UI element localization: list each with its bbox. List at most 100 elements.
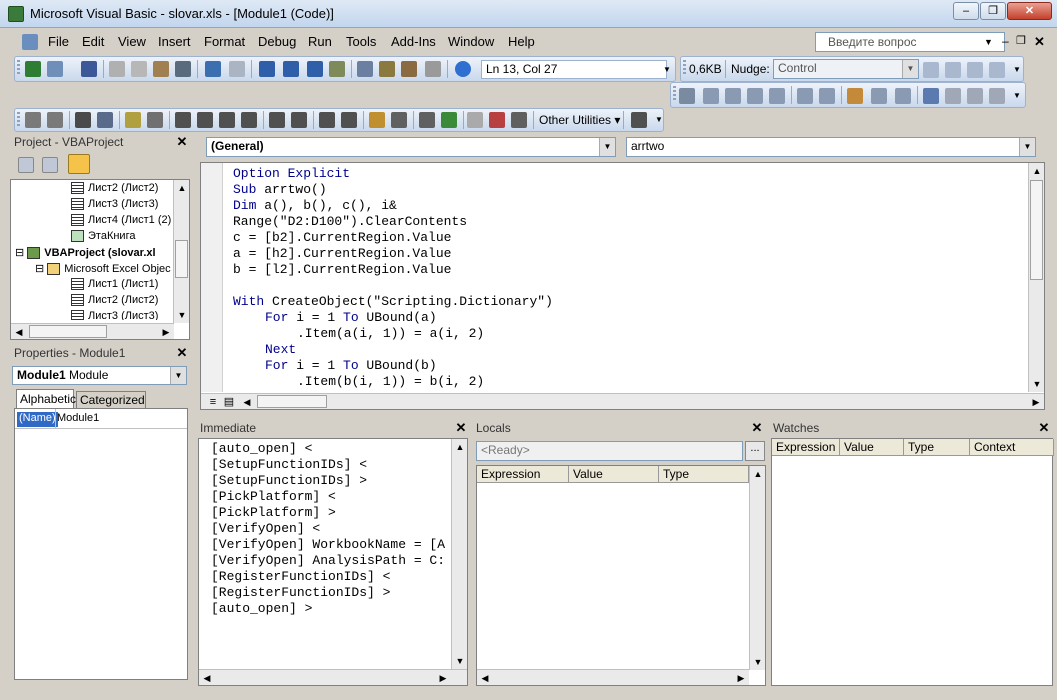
code-line[interactable]: c = [b2].CurrentRegion.Value — [233, 230, 1013, 246]
make-same-width-icon[interactable] — [797, 88, 813, 104]
code-explorer-icon[interactable] — [391, 112, 407, 128]
copy-module-icon[interactable] — [25, 112, 41, 128]
code-margin[interactable] — [201, 163, 223, 392]
immediate-window[interactable]: [auto_open] < [SetupFunctionIDs] < [SetupF… — [198, 438, 468, 686]
full-module-view-icon[interactable]: ▤ — [221, 394, 237, 410]
object-browser-icon[interactable] — [401, 61, 417, 77]
redo-icon[interactable] — [229, 61, 245, 77]
tree-item[interactable]: Лист2 (Лист2) — [71, 294, 158, 310]
restore-button[interactable]: ❐ — [980, 2, 1006, 20]
save-icon[interactable] — [81, 61, 97, 77]
locals-col-expression[interactable]: Expression — [477, 466, 569, 483]
uncomment-icon[interactable] — [967, 88, 983, 104]
immediate-line[interactable]: [auto_open] > — [211, 601, 451, 617]
procedure-combo[interactable]: arrtwo ▼ — [626, 137, 1036, 157]
toolbar-options-icon[interactable]: ▼ — [663, 65, 671, 74]
immediate-line[interactable]: [auto_open] < — [211, 441, 451, 457]
split-icon[interactable] — [511, 112, 527, 128]
menu-insert[interactable]: Insert — [158, 34, 191, 49]
code-line[interactable]: Option Explicit — [233, 166, 1013, 182]
immediate-vscrollbar[interactable]: ▲ ▼ — [451, 439, 467, 669]
insert-procedure-icon[interactable] — [147, 112, 163, 128]
break-icon[interactable] — [283, 61, 299, 77]
nudge-down-icon[interactable] — [989, 62, 1005, 78]
immediate-text[interactable]: [auto_open] < [SetupFunctionIDs] < [SetupF… — [211, 441, 451, 667]
immediate-line[interactable]: [PickPlatform] < — [211, 489, 451, 505]
properties-close-icon[interactable]: ✕ — [175, 346, 189, 360]
immediate-line[interactable]: [VerifyOpen] < — [211, 521, 451, 537]
immediate-line[interactable]: [RegisterFunctionIDs] > — [211, 585, 451, 601]
paste-module-icon[interactable] — [47, 112, 63, 128]
vba-menu-icon[interactable] — [22, 34, 38, 50]
code-line[interactable]: For i = 1 To UBound(a) — [233, 310, 1013, 326]
align-right-icon[interactable] — [747, 88, 763, 104]
watches-col-expression[interactable]: Expression — [772, 439, 840, 456]
ask-question-input[interactable]: Введите вопрос — [815, 32, 1005, 52]
code-hscrollbar[interactable]: ≡ ▤ ◀ ▶ — [201, 393, 1044, 409]
design-mode-icon[interactable] — [329, 61, 345, 77]
tree-item-folder[interactable]: ⊟ Microsoft Excel Objec — [35, 262, 171, 278]
code-line[interactable]: Next — [233, 342, 1013, 358]
code-line[interactable]: Sub arrtwo() — [233, 182, 1013, 198]
menu-run[interactable]: Run — [308, 34, 332, 49]
menu-view[interactable]: View — [118, 34, 146, 49]
watches-col-value[interactable]: Value — [840, 439, 904, 456]
code-line[interactable]: With CreateObject("Scripting.Dictionary"… — [233, 294, 1013, 310]
menu-addins[interactable]: Add-Ins — [391, 34, 436, 49]
run-icon[interactable] — [259, 61, 275, 77]
chevron-down-icon[interactable]: ▼ — [170, 367, 186, 384]
tree-item-vbaproject[interactable]: ⊟ VBAProject (slovar.xl — [15, 246, 156, 262]
menu-tools[interactable]: Tools — [346, 34, 376, 49]
vba-app-icon[interactable] — [8, 6, 24, 22]
project-close-icon[interactable]: ✕ — [175, 135, 189, 149]
tools-icon[interactable] — [631, 112, 647, 128]
msgbox-icon[interactable] — [241, 112, 257, 128]
view-excel-icon[interactable] — [25, 61, 41, 77]
object-selector[interactable]: Module1 Module ▼ — [12, 366, 187, 385]
locals-vscrollbar[interactable]: ▲ ▼ — [749, 466, 765, 670]
code-line[interactable] — [233, 278, 1013, 294]
project-explorer-icon[interactable] — [357, 61, 373, 77]
nudge-right-icon[interactable] — [945, 62, 961, 78]
insert-module-icon[interactable] — [47, 61, 63, 77]
mdi-close-button[interactable]: ✕ — [1034, 34, 1045, 50]
toolbar-options-icon[interactable]: ▼ — [1013, 91, 1021, 100]
code-line[interactable]: b = [l2].CurrentRegion.Value — [233, 262, 1013, 278]
header-icon[interactable] — [175, 112, 191, 128]
code-line[interactable]: Range("D2:D100").ClearContents — [233, 214, 1013, 230]
code-line[interactable]: .Item(b(i, 1)) = b(i, 2) — [233, 374, 1013, 390]
wand-icon[interactable] — [125, 112, 141, 128]
locals-col-value[interactable]: Value — [569, 466, 659, 483]
mdi-restore-button[interactable]: ❐ — [1016, 34, 1026, 47]
minimize-button[interactable]: – — [953, 2, 979, 20]
ask-dropdown-icon[interactable]: ▼ — [984, 37, 993, 47]
numbering-icon[interactable] — [269, 112, 285, 128]
locals-hscrollbar[interactable]: ◀ ▶ — [477, 669, 749, 685]
immediate-close-icon[interactable]: ✕ — [454, 421, 468, 435]
view-object-icon[interactable] — [42, 157, 58, 173]
toolbar-options-icon[interactable]: ▼ — [1013, 65, 1021, 74]
immediate-line[interactable]: [VerifyOpen] AnalysisPath = C: — [211, 553, 451, 569]
code-vscrollbar[interactable]: ▲ ▼ — [1028, 163, 1044, 392]
immediate-hscrollbar[interactable]: ◀ ▶ — [199, 669, 467, 685]
tree-item[interactable]: Лист4 (Лист1 (2) — [71, 214, 171, 230]
paste-icon[interactable] — [153, 61, 169, 77]
bookmark-icon[interactable] — [989, 88, 1005, 104]
indent-icon[interactable] — [871, 88, 887, 104]
list-icon[interactable] — [291, 112, 307, 128]
delete-icon[interactable] — [489, 112, 505, 128]
align-left-icon[interactable] — [703, 88, 719, 104]
other-utilities-menu[interactable]: Other Utilities ▾ — [539, 113, 620, 127]
copy-icon[interactable] — [131, 61, 147, 77]
property-name[interactable]: (Name) — [17, 412, 58, 427]
align-center-icon[interactable] — [725, 88, 741, 104]
eraser-icon[interactable] — [467, 112, 483, 128]
tree-item[interactable]: Лист1 (Лист1) — [71, 278, 158, 294]
help-icon[interactable] — [455, 61, 471, 77]
make-same-height-icon[interactable] — [819, 88, 835, 104]
properties-window-icon[interactable] — [379, 61, 395, 77]
call-stack-button[interactable]: ... — [745, 441, 765, 461]
menu-edit[interactable]: Edit — [82, 34, 104, 49]
nudge-up-icon[interactable] — [967, 62, 983, 78]
toolbox-icon[interactable] — [425, 61, 441, 77]
